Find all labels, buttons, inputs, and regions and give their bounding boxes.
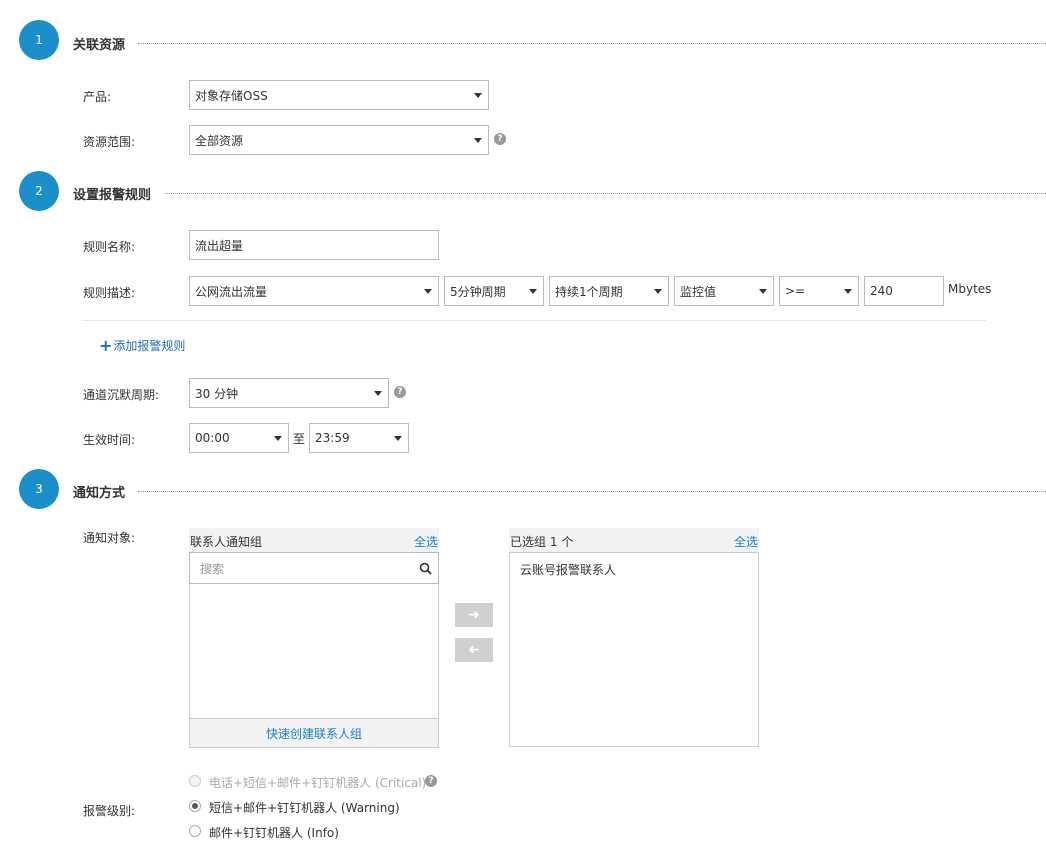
contact-groups-title: 联系人通知组 [190,535,263,549]
step-1-badge: 1 [19,20,59,60]
caret-down-icon [759,289,767,294]
threshold-input[interactable]: 240 [864,276,944,306]
help-icon[interactable]: ? [394,386,406,398]
step-3-badge: 3 [19,469,59,509]
step-number: 1 [35,33,43,47]
silence-select[interactable]: 30 分钟 [189,378,389,408]
scope-label: 资源范围: [83,135,136,149]
section-divider [138,43,1046,44]
right-select-all-link[interactable]: 全选 [734,533,758,550]
end-time-value: 23:59 [315,431,350,445]
rule-name-label: 规则名称: [83,240,136,254]
section-divider [138,491,1046,492]
start-time-select[interactable]: 00:00 [189,423,289,453]
level-info-label[interactable]: 邮件+钉钉机器人 (Info) [209,824,339,841]
period-select-value: 5分钟周期 [450,284,506,299]
section-title-notify: 通知方式 [73,486,126,501]
duration-select[interactable]: 持续1个周期 [549,276,669,306]
period-select[interactable]: 5分钟周期 [444,276,544,306]
time-range-separator: 至 [293,432,306,446]
add-rule-link[interactable]: + 添加报警规则 [99,336,185,355]
level-critical-radio [189,775,201,787]
caret-down-icon [654,289,662,294]
level-warning-label[interactable]: 短信+邮件+钉钉机器人 (Warning) [209,799,400,816]
threshold-unit: Mbytes [948,282,992,296]
duration-select-value: 持续1个周期 [555,284,623,299]
arrow-left-icon: ➜ [468,642,480,658]
caret-down-icon [394,436,402,441]
alert-level-label: 报警级别: [83,804,136,818]
caret-down-icon [374,391,382,396]
end-time-select[interactable]: 23:59 [309,423,409,453]
rule-divider [83,320,986,321]
caret-down-icon [474,138,482,143]
section-divider [165,193,1046,194]
create-group-text: 快速创建联系人组 [265,726,362,741]
start-time-value: 00:00 [195,431,230,445]
add-rule-text: 添加报警规则 [113,339,186,353]
help-icon[interactable]: ? [425,775,437,787]
caret-down-icon [844,289,852,294]
caret-down-icon [424,289,432,294]
scope-select[interactable]: 全部资源 [189,125,489,155]
silence-label: 通道沉默周期: [83,388,160,402]
create-group-button[interactable]: 快速创建联系人组 [189,718,439,748]
effective-time-label: 生效时间: [83,433,136,447]
arrow-right-icon: ➜ [468,607,480,623]
rule-desc-label: 规则描述: [83,286,136,300]
rule-name-value: 流出超量 [195,238,244,253]
step-2-badge: 2 [19,171,59,211]
level-critical-label: 电话+短信+邮件+钉钉机器人 (Critical) [209,776,427,790]
rule-name-input[interactable]: 流出超量 [189,230,439,260]
silence-select-value: 30 分钟 [195,386,239,401]
notify-target-label: 通知对象: [83,531,136,545]
metric-select-value: 公网流出流量 [195,284,268,299]
move-left-button[interactable]: ➜ [455,638,493,662]
product-select-value: 对象存储OSS [195,88,268,103]
metric-select[interactable]: 公网流出流量 [189,276,439,306]
operator-select-value: >= [785,284,806,298]
level-warning-radio[interactable] [189,800,201,812]
section-title-rule: 设置报警规则 [73,188,152,203]
stat-select-value: 监控值 [680,284,717,299]
plus-icon: + [99,336,113,355]
move-right-button[interactable]: ➜ [455,603,493,627]
product-select[interactable]: 对象存储OSS [189,80,489,110]
selected-groups-title: 已选组 1 个 [510,535,574,549]
section-title-resource: 关联资源 [73,38,126,53]
step-number: 3 [35,482,43,496]
stat-select[interactable]: 监控值 [674,276,774,306]
help-icon[interactable]: ? [494,133,506,145]
selected-groups-list[interactable]: 云账号报警联系人 [509,552,759,747]
product-label: 产品: [83,90,112,104]
caret-down-icon [529,289,537,294]
level-info-radio[interactable] [189,825,201,837]
group-search-input[interactable]: 搜索 [189,552,439,584]
caret-down-icon [474,93,482,98]
left-select-all-link[interactable]: 全选 [414,533,438,550]
caret-down-icon [274,436,282,441]
list-item[interactable]: 云账号报警联系人 [510,553,758,586]
search-icon[interactable] [419,562,432,575]
search-placeholder: 搜索 [200,561,225,576]
threshold-value: 240 [870,284,893,298]
operator-select[interactable]: >= [779,276,859,306]
scope-select-value: 全部资源 [195,133,244,148]
step-number: 2 [35,184,43,198]
